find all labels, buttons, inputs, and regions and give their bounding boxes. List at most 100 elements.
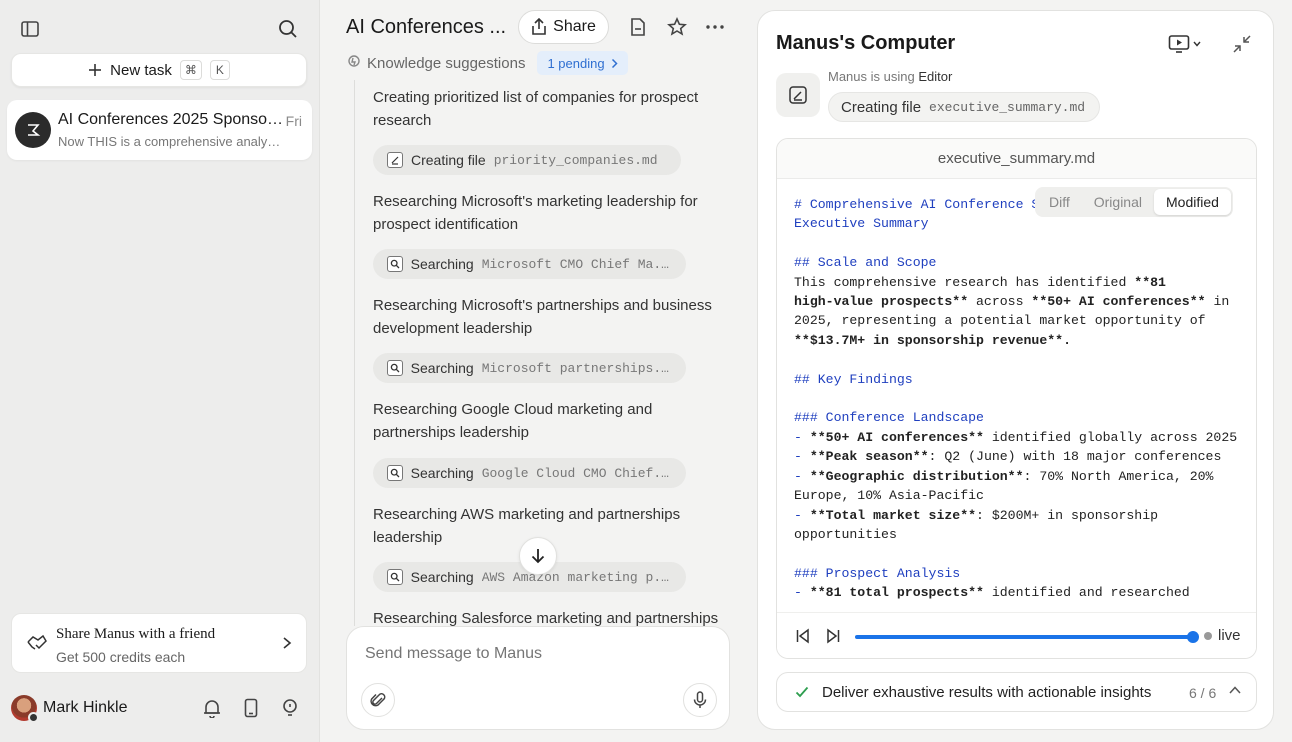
code-token: **50+ AI conferences** [809,429,984,445]
step-list: Creating prioritized list of companies f… [354,80,754,626]
step-action-pill[interactable]: Searching Microsoft partnerships... [373,353,686,383]
skip-forward-icon[interactable] [825,628,841,644]
step-item: Researching AWS marketing and partnershi… [373,503,733,549]
search-icon [387,569,403,585]
code-content[interactable]: # Comprehensive AI Conference S Executive… [794,195,1249,603]
chevron-up-icon [1229,686,1241,694]
step-action: Searching [410,569,474,585]
code-token: identified globally across 2025 [983,429,1238,445]
code-token: **50+ AI conferences** [1031,294,1206,310]
scroll-down-button[interactable] [519,537,557,575]
step-text: Researching Salesforce marketing and par… [373,610,719,626]
code-token: - [794,429,810,445]
code-line: 2025, representing a potential market op… [794,311,1249,330]
code-line: opportunities [794,525,1249,544]
step-item: Creating prioritized list of companies f… [373,86,733,132]
knowledge-suggestions-label: Knowledge suggestions [367,54,526,72]
task-date: Fri [285,113,302,129]
playback-bar: live [777,612,1256,658]
code-line: - **Peak season**: Q2 (June) with 18 maj… [794,447,1249,466]
tool-usage-text: Manus is using Editor [828,69,952,84]
code-token: ### Prospect Analysis [794,565,961,581]
view-mode-diff[interactable]: Diff [1037,189,1082,215]
code-token: - [794,507,810,523]
current-action-pill: Creating file executive_summary.md [828,92,1101,122]
search-icon [387,256,403,272]
live-label: live [1218,627,1241,644]
step-text: Creating prioritized list of companies f… [373,89,699,129]
task-progress-count: 6 / 6 [1189,685,1217,701]
step-action-pill[interactable]: Searching Google Cloud CMO Chief... [373,458,686,488]
step-text: Researching AWS marketing and partnershi… [373,506,681,546]
shortcut-key-k: K [209,60,230,80]
share-button-label: Share [553,18,596,35]
bell-icon[interactable] [201,697,223,719]
task-title: AI Conferences 2025 Sponsorship Prospect… [58,111,286,128]
collapse-icon[interactable] [1232,33,1252,55]
view-mode-original[interactable]: Original [1082,189,1154,215]
step-action: Searching [410,256,474,272]
code-line: **$13.7M+ in sponsorship revenue**. [794,331,1249,350]
code-line: ## Key Findings [794,370,1249,389]
new-task-button[interactable]: New task ⌘ K [11,53,307,87]
sidebar-toggle-icon[interactable] [18,17,42,41]
code-token: **Total market size** [809,507,977,523]
more-options-icon[interactable] [704,16,726,38]
task-progress-card[interactable]: Deliver exhaustive results with actionab… [776,672,1257,712]
step-action-pill[interactable]: Searching Microsoft CMO Chief Ma... [373,249,686,279]
step-action-pill[interactable]: Creating file priority_companies.md [373,145,681,175]
attach-button[interactable] [361,683,395,717]
share-manus-card[interactable]: Share Manus with a friend Get 500 credit… [11,613,307,673]
code-line: high-value prospects** across **50+ AI c… [794,292,1249,311]
pending-label: 1 pending [547,55,605,71]
step-arg: AWS Amazon marketing p... [481,569,672,585]
user-profile[interactable]: Mark Hinkle [11,695,127,723]
code-token: ## Scale and Scope [794,255,937,271]
current-action: Creating file [841,98,922,116]
share-button[interactable]: Share [518,10,609,44]
playback-slider-handle[interactable] [1187,631,1199,643]
view-mode-toggle: Diff Original Modified [1035,187,1233,217]
document-copy-icon[interactable] [626,16,648,38]
code-token: : $200M+ in sponsorship [976,507,1159,523]
step-action: Searching [410,360,474,376]
avatar [11,695,39,723]
search-icon[interactable] [276,17,300,41]
playback-track[interactable] [855,635,1193,639]
code-token: - [794,585,810,601]
view-mode-modified[interactable]: Modified [1154,189,1231,215]
lightbulb-icon[interactable] [279,697,301,719]
checkmark-icon [795,686,809,698]
code-token: : 70% North America, 20% [1023,468,1214,484]
editor-tool-icon [776,73,820,117]
voice-input-button[interactable] [683,683,717,717]
handshake-icon [26,633,48,653]
code-token: identified and researched [983,585,1190,601]
message-input[interactable] [365,645,705,663]
task-list-item[interactable]: AI Conferences 2025 Sponsorship Prospect… [7,100,312,160]
share-subtitle: Get 500 credits each [56,649,186,665]
star-icon[interactable] [666,16,688,38]
code-token: **81 [1134,274,1166,290]
code-line: ### Prospect Analysis [794,564,1249,583]
sidebar: New task ⌘ K AI Conferences 2025 Sponsor… [0,0,320,742]
code-token: high-value prospects** [794,294,969,310]
code-line: Europe, 10% Asia-Pacific [794,486,1249,505]
code-token: # Comprehensive AI Conference S [794,197,1040,212]
skip-back-icon[interactable] [795,628,811,644]
message-composer [346,626,730,730]
step-text: Researching Microsoft's partnerships and… [373,297,712,337]
live-dot [1204,631,1212,640]
chevron-down-icon [1193,41,1201,47]
microphone-icon [693,691,707,708]
edit-icon [387,152,403,168]
pending-badge[interactable]: 1 pending [537,51,628,75]
code-token: ## Key Findings [794,371,913,387]
mobile-device-icon[interactable] [240,697,262,719]
plus-icon [89,64,102,76]
display-mode-dropdown[interactable] [1168,33,1201,55]
live-indicator[interactable]: live [1204,627,1241,644]
